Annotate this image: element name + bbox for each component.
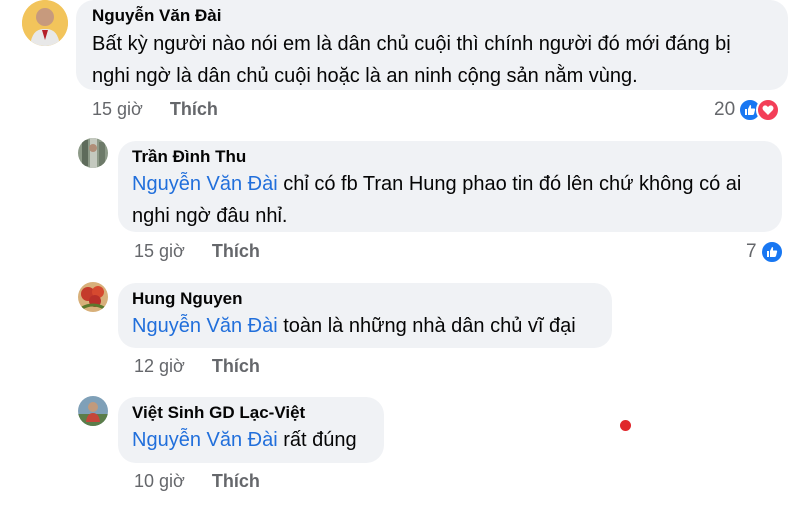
heart-icon (756, 98, 781, 122)
like-button[interactable]: Thích (212, 471, 260, 492)
comment-text-line: Nguyễn Văn Đài chỉ có fb Tran Hung phao … (132, 168, 782, 200)
comment-text: Nguyễn Văn Đài rất đúng (132, 424, 384, 456)
comment-text-line: nghi ngờ là dân chủ cuội hoặc là an ninh… (92, 65, 638, 87)
avatar[interactable] (22, 0, 68, 46)
avatar[interactable] (78, 282, 108, 312)
like-button[interactable]: Thích (170, 99, 218, 120)
comment-actions: 15 giờ Thích (92, 99, 218, 120)
like-button[interactable]: Thích (212, 241, 260, 262)
avatar[interactable] (78, 396, 108, 426)
comment-author[interactable]: Hung Nguyen (132, 289, 612, 309)
comment-time[interactable]: 15 giờ (92, 99, 143, 120)
red-dot-marker (620, 420, 631, 431)
comment-text-line: nghi ngờ đâu nhỉ. (132, 205, 288, 227)
comment-text-line: Nguyễn Văn Đài toàn là những nhà dân chủ… (132, 310, 612, 342)
reaction-summary[interactable]: 20 (714, 98, 781, 122)
like-button[interactable]: Thích (212, 356, 260, 377)
comment-text-content: toàn là những nhà dân chủ vĩ đại (277, 315, 576, 337)
comment-author[interactable]: Trần Đình Thu (132, 147, 782, 167)
comment-bubble: Nguyễn Văn Đài Bất kỳ người nào nói em l… (76, 0, 788, 90)
comment-text: Nguyễn Văn Đài toàn là những nhà dân chủ… (132, 310, 612, 342)
comment-text: Bất kỳ người nào nói em là dân chủ cuội … (92, 28, 788, 92)
comment-actions: 12 giờ Thích (134, 356, 260, 377)
comment-bubble: Việt Sinh GD Lạc-Việt Nguyễn Văn Đài rất… (118, 397, 384, 463)
mention-link[interactable]: Nguyễn Văn Đài (132, 173, 278, 195)
comment-text: Nguyễn Văn Đài chỉ có fb Tran Hung phao … (132, 168, 782, 232)
thumbs-up-icon (759, 240, 784, 264)
comment-actions: 15 giờ Thích (134, 241, 260, 262)
comment-bubble: Trần Đình Thu Nguyễn Văn Đài chỉ có fb T… (118, 141, 782, 232)
mention-link[interactable]: Nguyễn Văn Đài (132, 429, 278, 451)
reaction-summary[interactable]: 7 (746, 240, 784, 264)
comment-text-content: rất đúng (277, 429, 357, 451)
avatar[interactable] (78, 138, 108, 168)
comment-author[interactable]: Việt Sinh GD Lạc-Việt (132, 403, 384, 423)
comment-actions: 10 giờ Thích (134, 471, 260, 492)
reaction-count: 20 (714, 99, 736, 120)
comment-text-line: Nguyễn Văn Đài rất đúng (132, 424, 384, 456)
comment-bubble: Hung Nguyen Nguyễn Văn Đài toàn là những… (118, 283, 612, 348)
comment-text-line: Bất kỳ người nào nói em là dân chủ cuội … (92, 33, 731, 55)
comment-time[interactable]: 12 giờ (134, 356, 185, 377)
mention-link[interactable]: Nguyễn Văn Đài (132, 315, 278, 337)
comment-time[interactable]: 15 giờ (134, 241, 185, 262)
reaction-count: 7 (746, 241, 757, 262)
comment-time[interactable]: 10 giờ (134, 471, 185, 492)
comment-author[interactable]: Nguyễn Văn Đài (92, 6, 788, 26)
comment-text-content: chỉ có fb Tran Hung phao tin đó lên chứ … (277, 173, 742, 195)
